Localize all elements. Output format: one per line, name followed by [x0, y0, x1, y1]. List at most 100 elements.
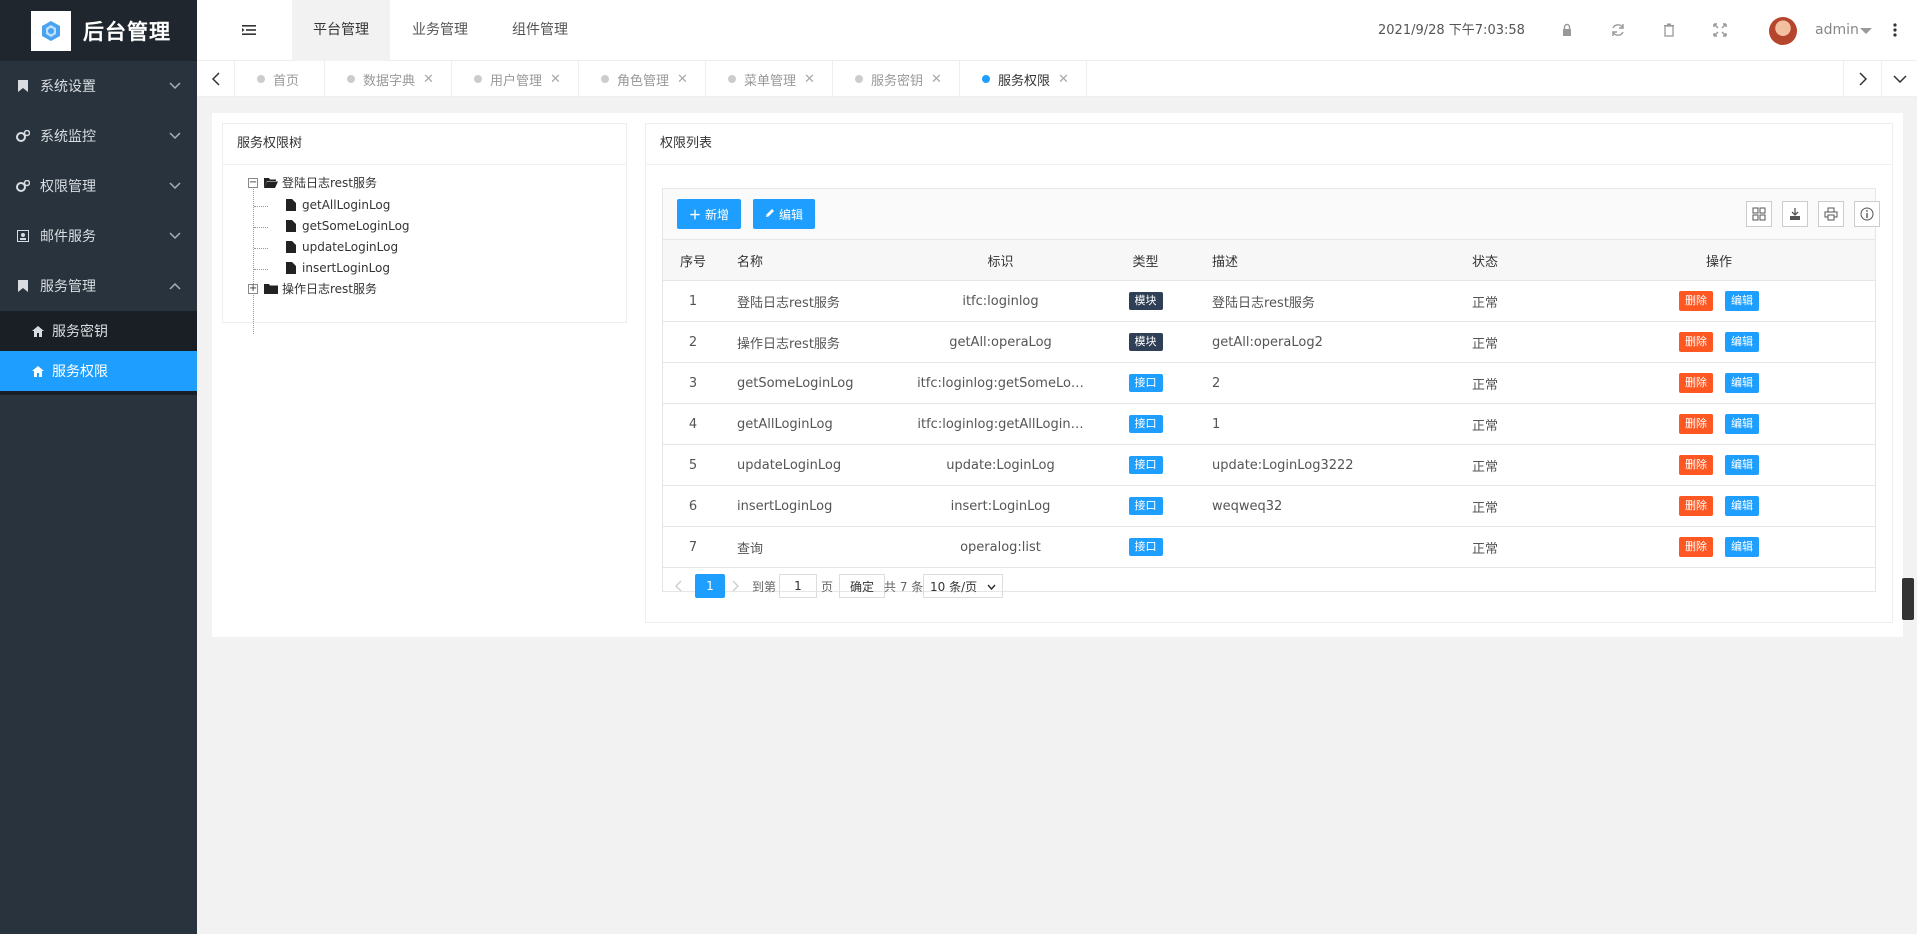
close-icon[interactable]: ✕	[931, 72, 942, 87]
row-delete-button[interactable]: 删除	[1679, 537, 1713, 557]
prev-page-icon[interactable]	[675, 574, 683, 598]
row-delete-button[interactable]: 删除	[1679, 291, 1713, 311]
page-tab-service-key[interactable]: 服务密钥 ✕	[833, 61, 960, 97]
table-row[interactable]: 5 updateLoginLog update:LoginLog 接口 update:L…	[663, 444, 1875, 486]
goto-confirm-button[interactable]: 确定	[839, 574, 886, 598]
columns-filter-icon[interactable]	[1746, 201, 1772, 227]
row-edit-button[interactable]: 编辑	[1725, 373, 1759, 393]
page-tab-role-management[interactable]: 角色管理 ✕	[579, 61, 706, 97]
sidebar-item-service-permission[interactable]: 服务权限	[0, 351, 197, 391]
column-header[interactable]: 名称	[723, 240, 908, 281]
sidebar-group-permission[interactable]: 权限管理	[0, 161, 197, 211]
tab-dot-icon	[257, 75, 265, 83]
close-icon[interactable]: ✕	[677, 72, 688, 87]
close-icon[interactable]: ✕	[550, 72, 561, 87]
tree-leaf[interactable]: getSomeLoginLog	[286, 219, 410, 233]
close-icon[interactable]: ✕	[804, 72, 815, 87]
row-delete-button[interactable]: 删除	[1679, 373, 1713, 393]
folder-icon	[264, 283, 278, 294]
sidebar-group-system-monitor[interactable]: 系统监控	[0, 111, 197, 161]
trash-icon[interactable]	[1661, 22, 1677, 38]
table-row[interactable]: 2 操作日志rest服务 getAll:operaLog 模块 getAll:opera…	[663, 321, 1875, 363]
row-type: 模块	[1093, 280, 1198, 322]
collapse-icon[interactable]: −	[248, 177, 258, 188]
tree-leaf[interactable]: getAllLoginLog	[286, 198, 390, 212]
page-tab-label: 角色管理	[617, 73, 670, 89]
row-edit-button[interactable]: 编辑	[1725, 414, 1759, 434]
page-tab-service-permission[interactable]: 服务权限 ✕	[960, 61, 1087, 97]
side-scroll-handle[interactable]	[1902, 578, 1914, 620]
tree-leaf[interactable]: updateLoginLog	[286, 240, 398, 254]
top-tab-component[interactable]: 组件管理	[490, 0, 590, 61]
page-tab-menu-management[interactable]: 菜单管理 ✕	[706, 61, 833, 97]
row-index: 3	[663, 362, 723, 404]
page-tab-data-dictionary[interactable]: 数据字典 ✕	[325, 61, 452, 97]
table-header-row: 序号 名称 标识 类型 描述 状态 操作	[663, 240, 1875, 281]
app-title: 后台管理	[83, 19, 171, 44]
page-tab-user-management[interactable]: 用户管理 ✕	[452, 61, 579, 97]
sidebar-group-service-management[interactable]: 服务管理	[0, 261, 197, 311]
fullscreen-icon[interactable]	[1712, 22, 1728, 38]
caret-down-icon[interactable]	[1860, 28, 1872, 34]
row-name: 登陆日志rest服务	[723, 280, 908, 322]
table-row[interactable]: 1 登陆日志rest服务 itfc:loginlog 模块 登陆日志rest服务 正常 删除…	[663, 280, 1875, 322]
sidebar-group-mail[interactable]: 邮件服务	[0, 211, 197, 261]
print-icon[interactable]	[1818, 201, 1844, 227]
tree-node-login-log[interactable]: − 登陆日志rest服务	[248, 174, 377, 191]
lock-icon[interactable]	[1559, 22, 1575, 38]
page-number-current[interactable]: 1	[695, 574, 725, 598]
expand-icon[interactable]: +	[248, 283, 258, 294]
row-delete-button[interactable]: 删除	[1679, 496, 1713, 516]
row-name: insertLoginLog	[723, 485, 908, 527]
row-edit-button[interactable]: 编辑	[1725, 537, 1759, 557]
list-panel-title: 权限列表	[646, 124, 1892, 165]
export-icon[interactable]	[1782, 201, 1808, 227]
column-header[interactable]: 状态	[1458, 240, 1563, 281]
username[interactable]: admin	[1815, 0, 1859, 61]
sidebar-item-service-key[interactable]: 服务密钥	[0, 311, 197, 351]
column-header[interactable]: 标识	[908, 240, 1093, 281]
row-edit-button[interactable]: 编辑	[1725, 455, 1759, 475]
edit-button[interactable]: 编辑	[753, 199, 816, 229]
table-row[interactable]: 7 查询 operalog:list 接口 正常 删除 编辑	[663, 526, 1875, 568]
sidebar-group-system-settings[interactable]: 系统设置	[0, 61, 197, 111]
refresh-icon[interactable]	[1610, 22, 1626, 38]
table-row[interactable]: 3 getSomeLoginLog itfc:loginlog:getSomeLo……	[663, 362, 1875, 404]
chevron-down-icon	[169, 129, 181, 143]
file-icon	[286, 262, 296, 274]
tree-node-operation-log[interactable]: + 操作日志rest服务	[248, 280, 377, 297]
page-size-select[interactable]: 10 条/页	[923, 574, 1003, 598]
table-row[interactable]: 4 getAllLoginLog itfc:loginlog:getAllLogin…	[663, 403, 1875, 445]
row-edit-button[interactable]: 编辑	[1725, 496, 1759, 516]
more-vertical-icon[interactable]	[1893, 22, 1897, 38]
tabs-scroll-right-icon[interactable]	[1843, 61, 1881, 97]
column-header[interactable]: 操作	[1563, 240, 1875, 281]
tabs-scroll-left-icon[interactable]	[197, 61, 235, 97]
page-tab-home[interactable]: 首页	[235, 61, 325, 97]
row-delete-button[interactable]: 删除	[1679, 414, 1713, 434]
tabs-menu-chevron-down-icon[interactable]	[1881, 61, 1917, 97]
row-edit-button[interactable]: 编辑	[1725, 332, 1759, 352]
row-delete-button[interactable]: 删除	[1679, 455, 1713, 475]
tree-leaf[interactable]: insertLoginLog	[286, 261, 390, 275]
row-type: 接口	[1093, 403, 1198, 445]
column-header[interactable]: 类型	[1093, 240, 1198, 281]
row-desc	[1198, 526, 1458, 568]
home-icon	[32, 365, 44, 377]
close-icon[interactable]: ✕	[1058, 72, 1069, 87]
table-row[interactable]: 6 insertLoginLog insert:LoginLog 接口 weqweq32…	[663, 485, 1875, 527]
column-header[interactable]: 描述	[1198, 240, 1458, 281]
info-icon[interactable]	[1854, 201, 1880, 227]
row-edit-button[interactable]: 编辑	[1725, 291, 1759, 311]
row-actions: 删除 编辑	[1563, 280, 1875, 322]
top-tab-business[interactable]: 业务管理	[390, 0, 490, 61]
next-page-icon[interactable]	[731, 574, 739, 598]
add-button[interactable]: ＋ 新增	[677, 199, 742, 229]
column-header[interactable]: 序号	[663, 240, 723, 281]
avatar[interactable]	[1769, 17, 1797, 45]
top-tab-platform[interactable]: 平台管理	[292, 0, 390, 61]
close-icon[interactable]: ✕	[423, 72, 434, 87]
menu-toggle-icon[interactable]	[241, 22, 257, 38]
row-delete-button[interactable]: 删除	[1679, 332, 1713, 352]
goto-page-input[interactable]: 1	[779, 574, 817, 598]
